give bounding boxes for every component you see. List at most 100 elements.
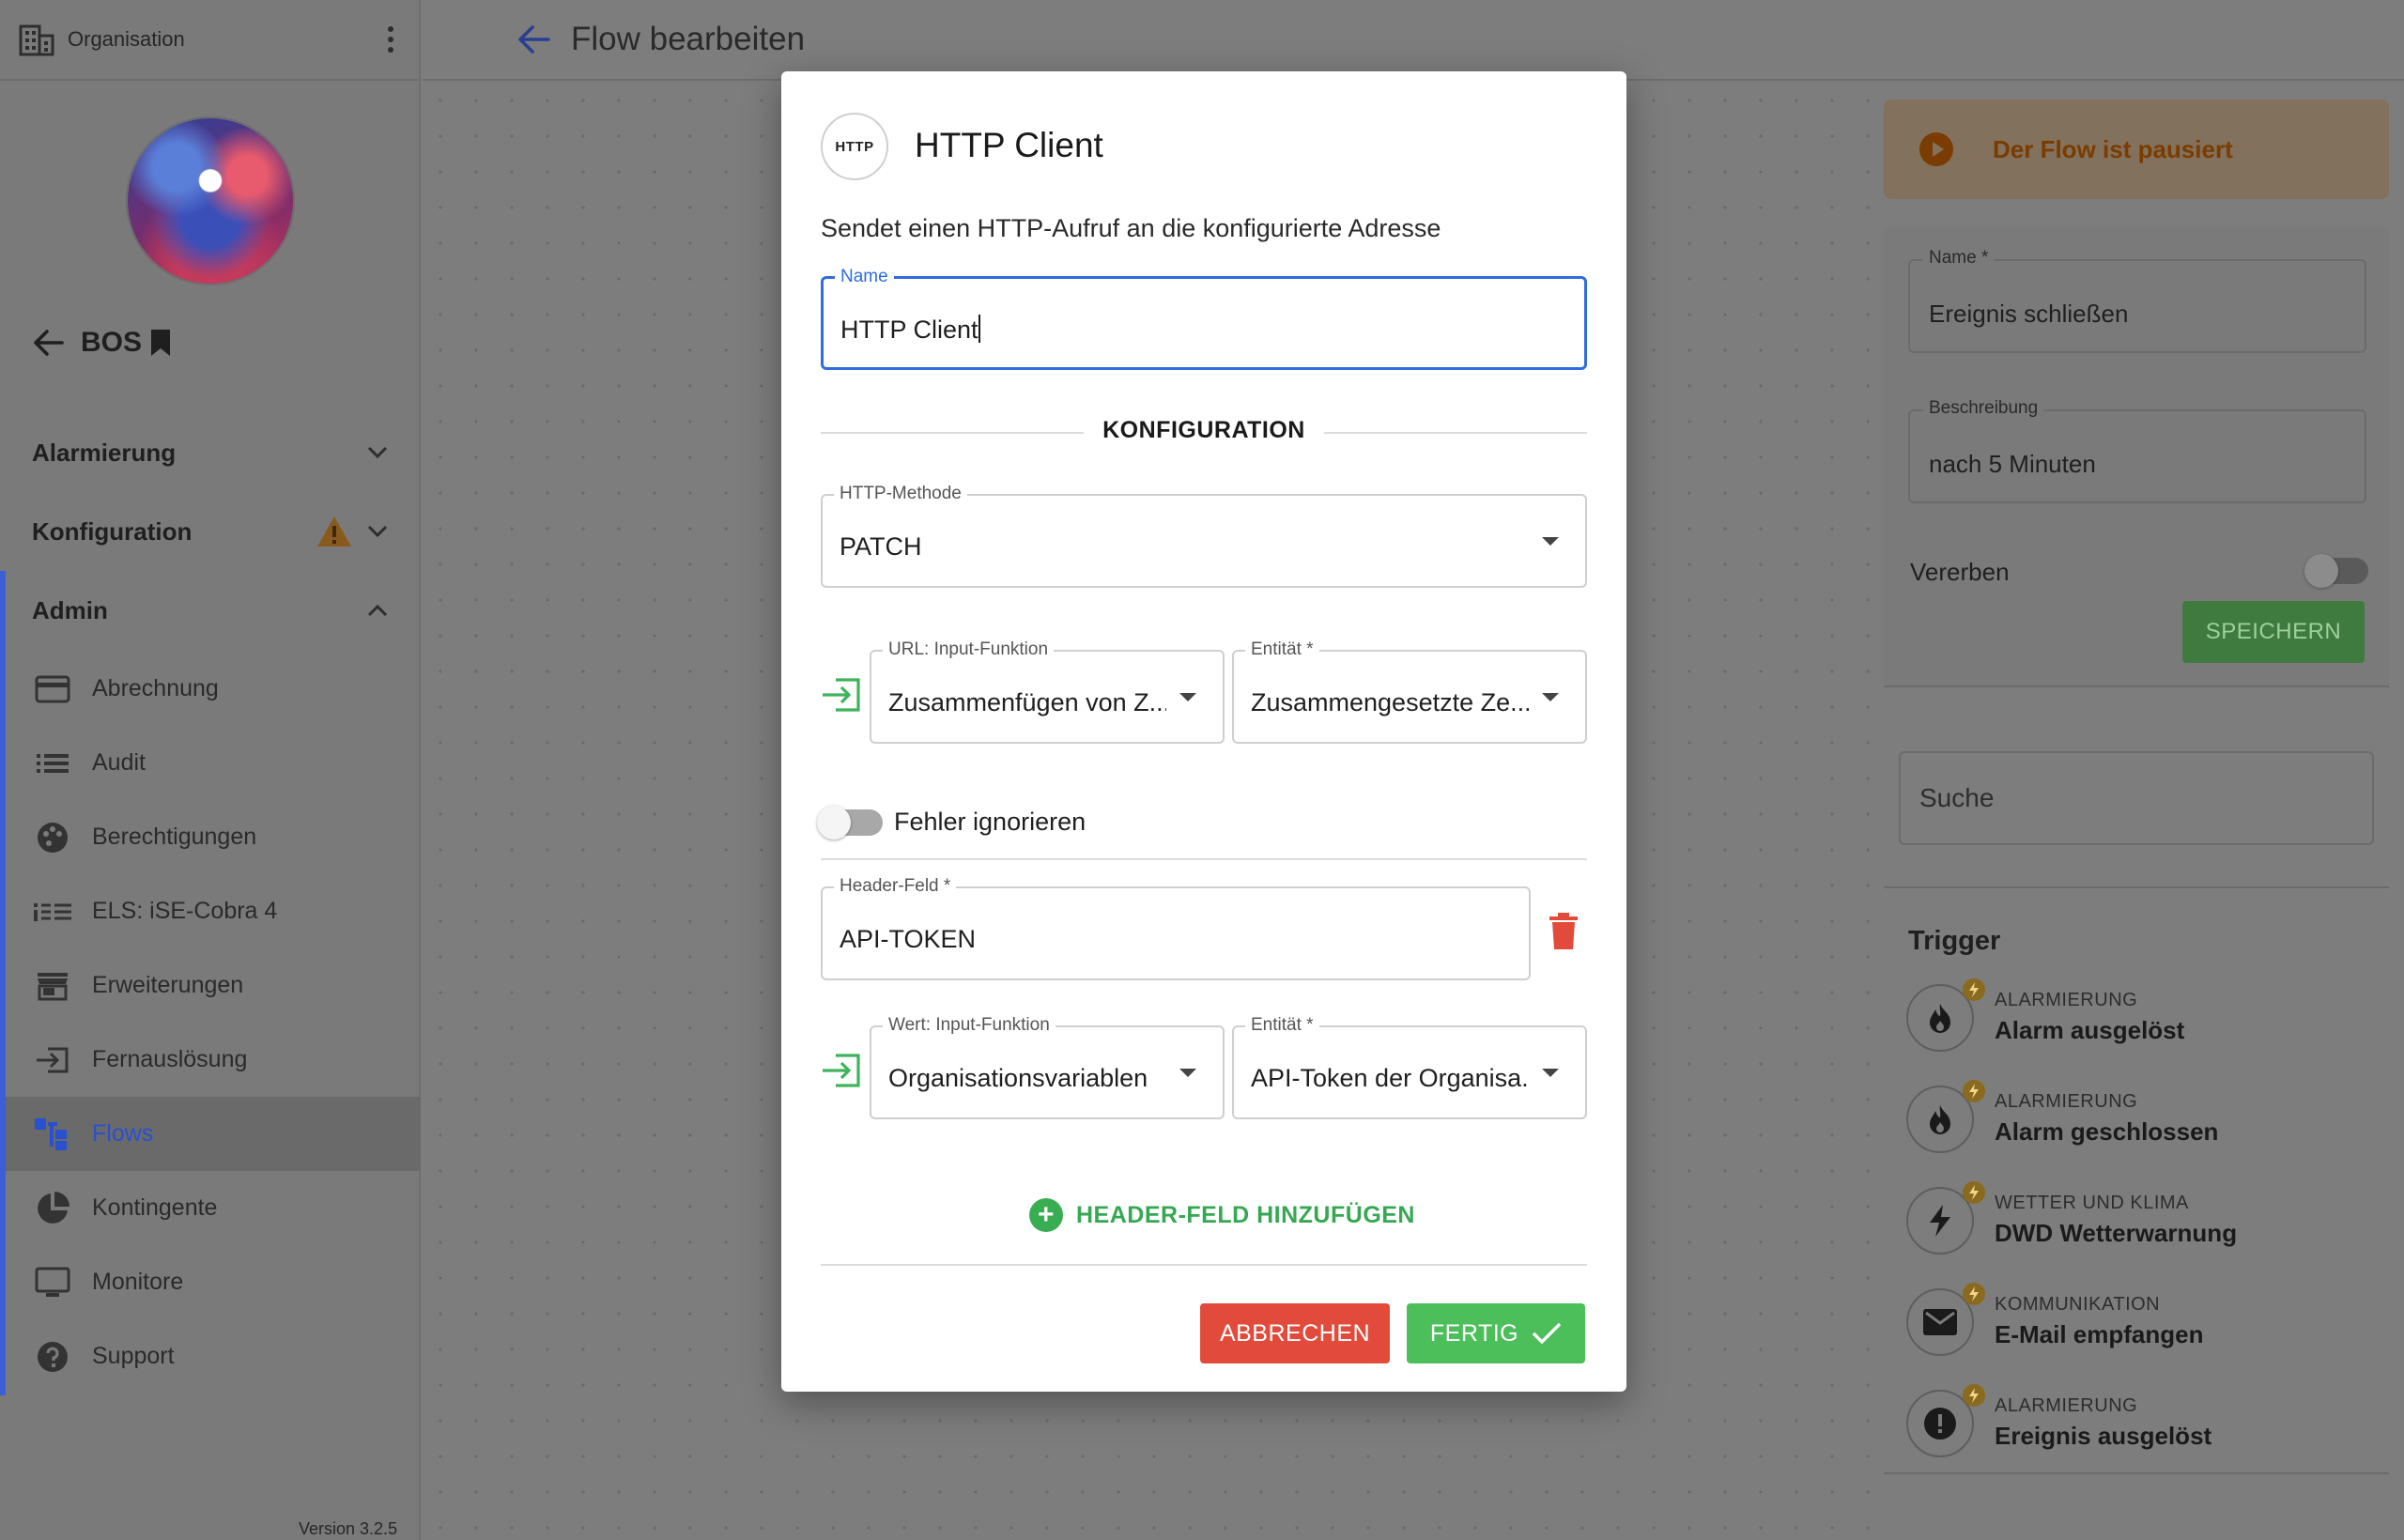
trigger-category: ALARMIERUNG — [1995, 990, 2138, 1010]
input-arrow-icon[interactable] — [821, 676, 862, 714]
flow-name-field[interactable]: Name * Ereignis schließen — [1908, 248, 2366, 353]
field-value: API-Token der Organisa... — [1251, 1064, 1529, 1092]
value-input-function-select[interactable]: Wert: Input-Funktion Organisationsvariab… — [870, 1015, 1225, 1119]
ise-logo-icon — [34, 893, 71, 931]
dialog-description: Sendet einen HTTP-Aufruf an die konfigur… — [821, 214, 1441, 242]
cancel-button[interactable]: ABBRECHEN — [1200, 1303, 1390, 1363]
sidebar-item-els[interactable]: ELS: iSE-Cobra 4 — [6, 874, 421, 948]
inherit-toggle[interactable] — [2304, 554, 2368, 588]
dropdown-arrow-icon — [1542, 693, 1559, 701]
trigger-category: ALARMIERUNG — [1995, 1091, 2138, 1112]
done-label: FERTIG — [1429, 1319, 1519, 1347]
flow-description-field[interactable]: Beschreibung nach 5 Minuten — [1908, 398, 2366, 503]
http-method-select[interactable]: HTTP-Methode PATCH — [821, 484, 1587, 588]
url-input-function-select[interactable]: URL: Input-Funktion Zusammenfügen von Z.… — [870, 639, 1225, 744]
sidebar-item-berechtigungen[interactable]: Berechtigungen — [6, 800, 421, 874]
org-title: BOS — [81, 327, 143, 358]
section-heading: KONFIGURATION — [1102, 417, 1305, 443]
palette-icon — [34, 819, 71, 856]
header-field-input[interactable]: Header-Feld * API-TOKEN — [821, 876, 1531, 980]
input-arrow-icon — [34, 1041, 71, 1079]
more-vert-icon[interactable] — [381, 26, 400, 53]
trigger-item[interactable]: ALARMIERUNG Alarm ausgelöst — [1906, 977, 2376, 1061]
http-client-dialog: HTTP HTTP Client Sendet einen HTTP-Aufru… — [781, 71, 1626, 1392]
admin-group: Admin Abrechnung Audit Berechtigungen EL… — [0, 571, 421, 1395]
add-circle-icon: + — [1029, 1198, 1063, 1232]
chevron-down-icon — [367, 446, 388, 459]
nav-section-label: Konfiguration — [32, 516, 193, 546]
lightning-badge-icon — [1963, 1181, 1985, 1204]
chevron-down-icon — [367, 525, 388, 538]
save-button[interactable]: SPEICHERN — [2182, 601, 2365, 663]
trigger-name: E-Mail empfangen — [1995, 1320, 2204, 1348]
list-icon — [34, 745, 71, 782]
trigger-item[interactable]: KOMMUNIKATION E-Mail empfangen — [1906, 1281, 2376, 1365]
monitor-icon — [34, 1264, 71, 1301]
trigger-heading: Trigger — [1908, 926, 2001, 956]
url-entity-select[interactable]: Entität * Zusammengesetzte Ze... — [1232, 639, 1587, 744]
section-divider: KONFIGURATION — [821, 415, 1587, 449]
nav-section-konfiguration[interactable]: Konfiguration — [0, 492, 421, 571]
version-label: Version 3.2.5 — [299, 1519, 398, 1538]
sidebar-item-audit[interactable]: Audit — [6, 726, 421, 800]
organisation-avatar — [126, 116, 295, 285]
sidebar-item-label: Audit — [92, 749, 146, 776]
sidebar-item-label: Monitore — [92, 1269, 184, 1295]
divider — [821, 1264, 1587, 1266]
sidebar-item-monitore[interactable]: Monitore — [6, 1245, 421, 1319]
sidebar-item-flows[interactable]: Flows — [6, 1097, 421, 1171]
field-label: Entität * — [1245, 1015, 1319, 1036]
org-back-row[interactable]: BOS — [32, 327, 172, 359]
trigger-category: KOMMUNIKATION — [1995, 1294, 2161, 1315]
field-value: Zusammenfügen von Z... — [888, 688, 1166, 716]
page-header: Flow bearbeiten — [423, 0, 2404, 81]
lightning-badge-icon — [1963, 1080, 1985, 1102]
sidebar: Organisation BOS Alarmierung Konfigurati… — [0, 0, 421, 1540]
trigger-search-input[interactable]: Suche — [1899, 751, 2374, 845]
sidebar-item-support[interactable]: Support — [6, 1319, 421, 1394]
field-label: Beschreibung — [1923, 398, 2044, 419]
nav-section-admin[interactable]: Admin — [0, 571, 421, 650]
lightning-badge-icon — [1963, 978, 1985, 1001]
ignore-errors-label: Fehler ignorieren — [894, 808, 1086, 836]
field-value: Ereignis schließen — [1929, 300, 2129, 328]
arrow-left-icon[interactable] — [516, 24, 550, 54]
add-header-label: HEADER-FELD HINZUFÜGEN — [1076, 1201, 1415, 1228]
sidebar-item-abrechnung[interactable]: Abrechnung — [6, 652, 421, 726]
ignore-errors-toggle[interactable] — [817, 806, 883, 839]
play-circle-icon[interactable] — [1918, 131, 1955, 168]
trigger-item[interactable]: ALARMIERUNG Ereignis ausgelöst — [1906, 1382, 2376, 1467]
dropdown-arrow-icon — [1542, 537, 1559, 546]
done-button[interactable]: FERTIG — [1407, 1303, 1585, 1363]
value-entity-select[interactable]: Entität * API-Token der Organisa... — [1232, 1015, 1587, 1119]
sidebar-item-erweiterungen[interactable]: Erweiterungen — [6, 948, 421, 1023]
nav-section-label: Alarmierung — [32, 438, 177, 467]
sidebar-item-label: ELS: iSE-Cobra 4 — [92, 898, 278, 924]
node-name-input[interactable]: Name HTTP Client — [821, 267, 1587, 370]
delete-icon[interactable] — [1548, 913, 1580, 950]
paused-text: Der Flow ist pausiert — [1993, 134, 2233, 163]
chevron-up-icon — [367, 604, 388, 617]
field-label: HTTP-Methode — [834, 484, 967, 504]
nav-section-alarmierung[interactable]: Alarmierung — [0, 413, 421, 492]
lightning-badge-icon — [1963, 1384, 1985, 1407]
trigger-item[interactable]: ALARMIERUNG Alarm geschlossen — [1906, 1078, 2376, 1163]
input-arrow-icon[interactable] — [821, 1052, 862, 1089]
organisation-bar[interactable]: Organisation — [0, 0, 419, 81]
field-value: HTTP Client — [840, 316, 979, 344]
dropdown-arrow-icon — [1542, 1069, 1559, 1077]
sidebar-item-fernausloesung[interactable]: Fernauslösung — [6, 1023, 421, 1097]
trigger-panel: Trigger ALARMIERUNG Alarm ausgelöst ALAR… — [1884, 886, 2389, 1474]
trigger-item[interactable]: WETTER UND KLIMA DWD Wetterwarnung — [1906, 1179, 2376, 1264]
add-header-field-button[interactable]: + HEADER-FELD HINZUFÜGEN — [1029, 1198, 1415, 1232]
trigger-name: Alarm ausgelöst — [1995, 1016, 2185, 1044]
http-logo-icon: HTTP — [821, 113, 888, 180]
sidebar-item-label: Fernauslösung — [92, 1046, 248, 1072]
nav-section-label: Admin — [32, 595, 108, 624]
field-label: Entität * — [1245, 639, 1319, 660]
arrow-left-icon[interactable] — [32, 329, 64, 357]
credit-card-icon — [34, 670, 71, 708]
trigger-name: Alarm geschlossen — [1995, 1117, 2219, 1146]
dialog-title: HTTP Client — [915, 126, 1103, 164]
sidebar-item-kontingente[interactable]: Kontingente — [6, 1171, 421, 1245]
